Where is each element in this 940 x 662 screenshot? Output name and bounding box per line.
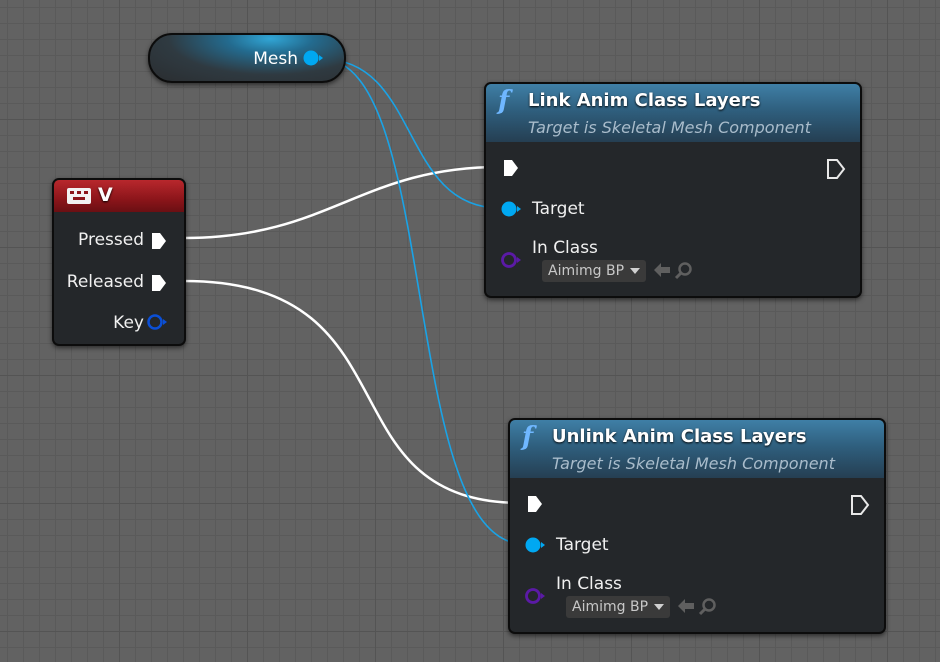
released-pin-label: Released	[66, 272, 144, 292]
function-icon: f	[498, 86, 510, 116]
key-pin-label: Key	[113, 313, 144, 333]
link-in-class-label: In Class	[532, 238, 598, 258]
unlink-target-label: Target	[556, 535, 609, 555]
mesh-label: Mesh	[253, 49, 298, 69]
mesh-output-pin-icon[interactable]	[302, 49, 324, 67]
magnifier-icon[interactable]	[698, 597, 718, 617]
key-event-node[interactable]: V Pressed Released Key	[52, 178, 186, 346]
unlink-exec-input-pin-icon[interactable]	[526, 494, 544, 514]
unlink-target-pin-icon[interactable]	[524, 536, 546, 554]
exec-wire-pressed-to-link	[183, 165, 501, 240]
link-in-class-pin-icon[interactable]	[500, 251, 522, 269]
link-node-header: f Link Anim Class Layers Target is Skele…	[486, 84, 860, 142]
chevron-down-icon	[654, 604, 665, 610]
unlink-in-class-dropdown[interactable]: Aimimg BP	[566, 596, 671, 618]
pressed-exec-pin-icon[interactable]	[150, 231, 168, 251]
chevron-down-icon	[630, 268, 641, 274]
exec-wire-released-to-unlink	[183, 279, 523, 505]
magnifier-icon[interactable]	[674, 261, 694, 281]
key-output-pin-icon[interactable]	[146, 313, 168, 331]
link-node-subtitle: Target is Skeletal Mesh Component	[528, 118, 811, 137]
pressed-pin-label: Pressed	[78, 230, 144, 250]
arrow-left-icon[interactable]	[676, 597, 696, 615]
keyboard-icon	[67, 188, 91, 204]
link-target-label: Target	[532, 199, 585, 219]
unlink-in-class-value: Aimimg BP	[572, 599, 649, 615]
key-node-title: V	[98, 184, 113, 206]
mesh-variable-node[interactable]: Mesh	[148, 33, 346, 83]
link-in-class-value: Aimimg BP	[548, 263, 625, 279]
unlink-node-title: Unlink Anim Class Layers	[552, 426, 807, 447]
unlink-in-class-label: In Class	[556, 574, 622, 594]
unlink-anim-class-layers-node[interactable]: f Unlink Anim Class Layers Target is Ske…	[508, 418, 886, 634]
link-anim-class-layers-node[interactable]: f Link Anim Class Layers Target is Skele…	[484, 82, 862, 298]
unlink-node-subtitle: Target is Skeletal Mesh Component	[552, 454, 835, 473]
unlink-node-header: f Unlink Anim Class Layers Target is Ske…	[510, 420, 884, 478]
link-node-title: Link Anim Class Layers	[528, 90, 761, 111]
object-wire-mesh-to-link-target	[321, 58, 501, 209]
released-exec-pin-icon[interactable]	[150, 273, 168, 293]
unlink-in-class-pin-icon[interactable]	[524, 587, 546, 605]
arrow-left-icon[interactable]	[652, 261, 672, 279]
link-target-pin-icon[interactable]	[500, 200, 522, 218]
link-exec-input-pin-icon[interactable]	[502, 158, 520, 178]
link-in-class-dropdown[interactable]: Aimimg BP	[542, 260, 647, 282]
link-exec-output-pin-icon[interactable]	[826, 158, 846, 180]
function-icon: f	[522, 422, 534, 452]
key-node-header: V	[54, 180, 184, 212]
unlink-exec-output-pin-icon[interactable]	[850, 494, 870, 516]
